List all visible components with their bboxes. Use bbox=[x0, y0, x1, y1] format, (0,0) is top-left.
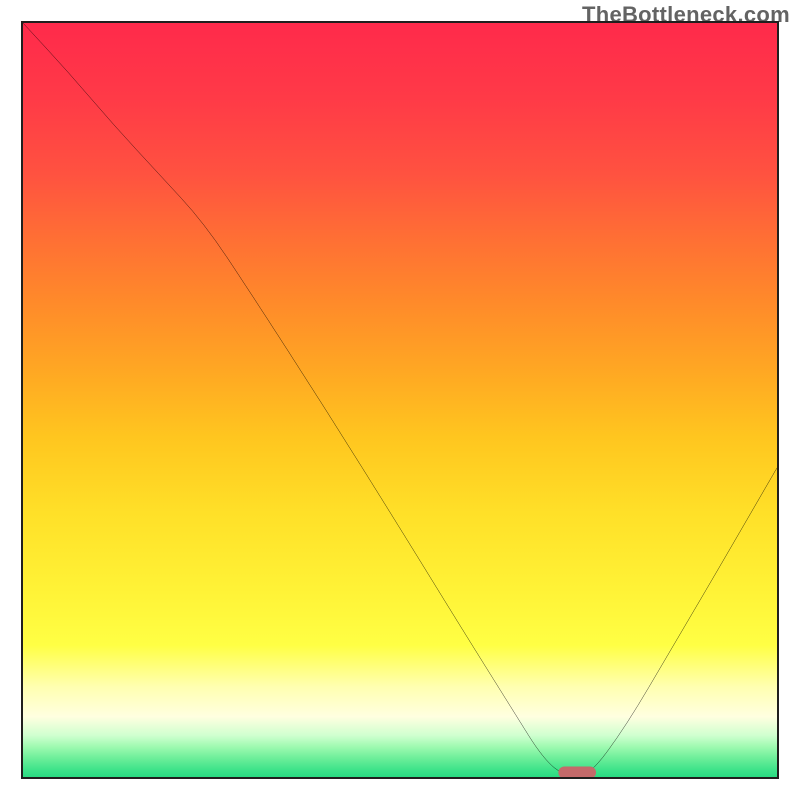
chart-svg bbox=[23, 23, 777, 777]
plot-area bbox=[21, 21, 779, 779]
chart-wrap: TheBottleneck.com bbox=[0, 0, 800, 800]
bottleneck-curve bbox=[23, 23, 777, 777]
minimum-marker bbox=[558, 766, 596, 777]
